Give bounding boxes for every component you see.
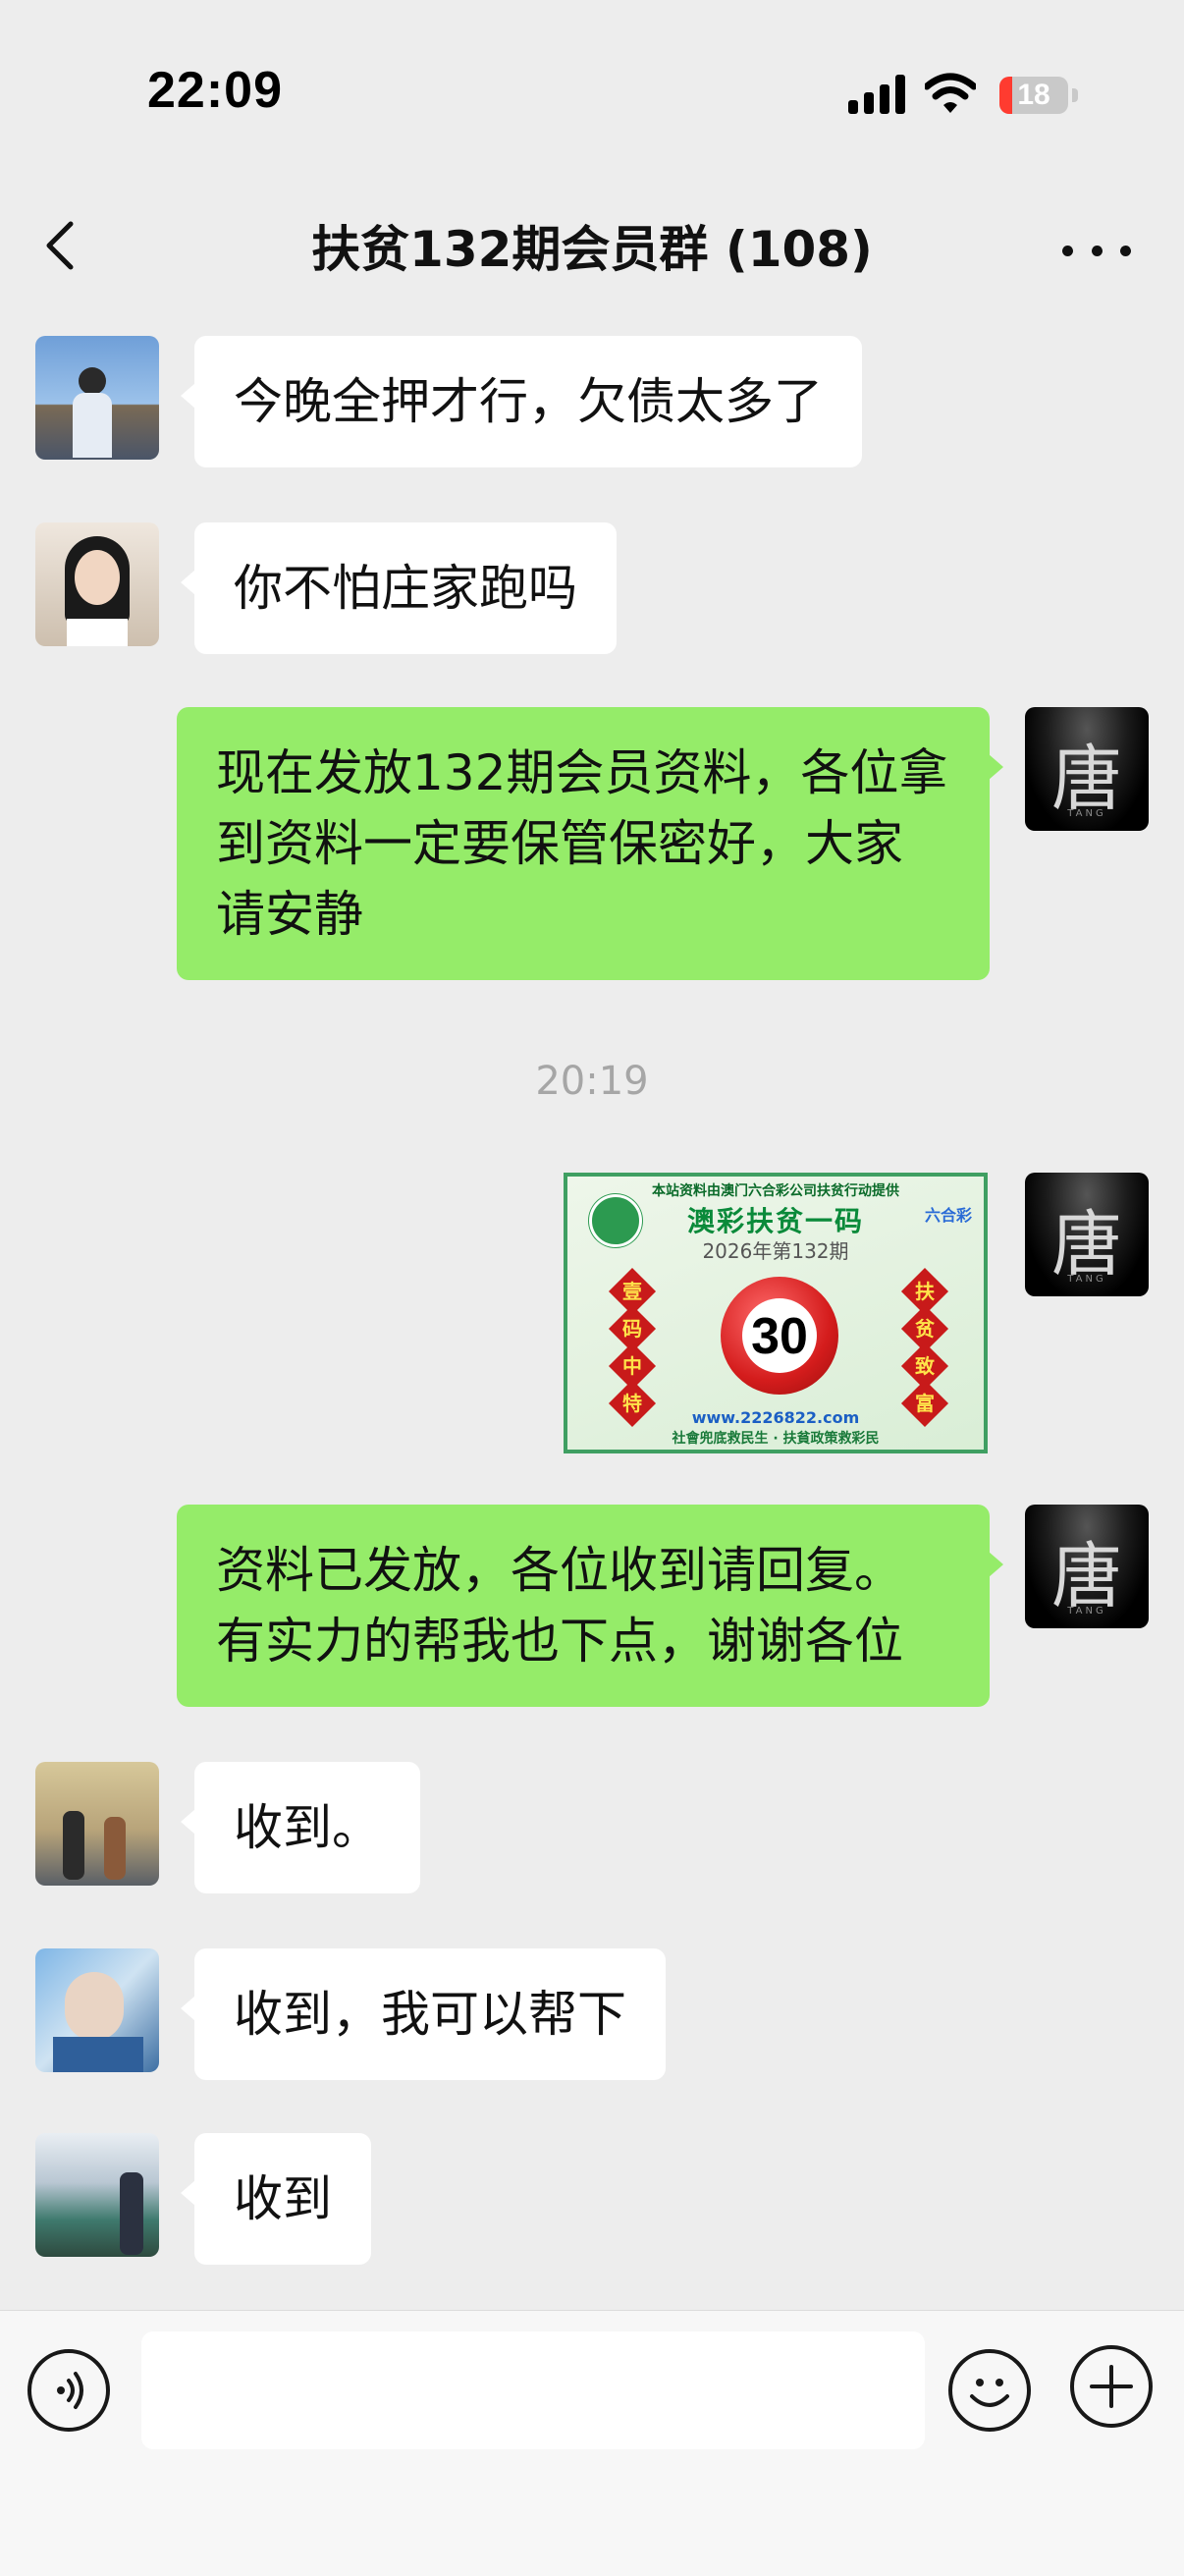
card-slogan: 社會兜底救民生 · 扶貧政策救彩民 <box>672 1431 880 1447</box>
avatar[interactable] <box>35 1762 159 1886</box>
wifi-icon <box>925 73 976 113</box>
card-left-column: 壹 码 中 特 <box>608 1267 657 1428</box>
avatar[interactable] <box>35 336 159 460</box>
avatar[interactable]: 唐 TANG <box>1025 1173 1149 1296</box>
card-char: 壹 <box>622 1280 642 1303</box>
card-char: 码 <box>622 1317 642 1341</box>
card-char: 致 <box>915 1354 935 1378</box>
message-bubble[interactable]: 收到。 <box>181 1762 420 1893</box>
avatar[interactable] <box>35 2133 159 2257</box>
card-url: www.2226822.com <box>691 1408 860 1427</box>
signal-icon <box>848 75 907 114</box>
image-message[interactable]: 本站资料由澳门六合彩公司扶贫行动提供 澳彩扶贫一码 六合彩 2026年第132期… <box>564 1173 988 1453</box>
card-char: 中 <box>622 1354 642 1378</box>
voice-icon[interactable] <box>27 2349 110 2432</box>
avatar[interactable] <box>35 522 159 646</box>
message-bubble[interactable]: 今晚全押才行，欠债太多了 <box>181 336 862 467</box>
emoji-icon[interactable] <box>948 2349 1031 2432</box>
card-right-column: 扶 贫 致 富 <box>900 1267 949 1428</box>
battery-level: 18 <box>1017 79 1050 111</box>
message-bubble[interactable]: 收到，我可以帮下 <box>181 1948 666 2080</box>
avatar-sub: TANG <box>1067 808 1106 819</box>
message-bubble[interactable]: 你不怕庄家跑吗 <box>181 522 617 654</box>
message-bubble[interactable]: 收到 <box>181 2133 371 2265</box>
ball-number: 30 <box>742 1298 817 1373</box>
avatar-sub: TANG <box>1067 1606 1106 1617</box>
avatar[interactable] <box>35 1948 159 2072</box>
status-time: 22:09 <box>147 62 283 119</box>
message-bubble[interactable]: 现在发放132期会员资料，各位拿到资料一定要保管保密好，大家请安静 <box>177 707 1003 980</box>
card-topline: 本站资料由澳门六合彩公司扶贫行动提供 <box>652 1183 899 1199</box>
message-input[interactable] <box>141 2331 925 2449</box>
avatar[interactable]: 唐 TANG <box>1025 1505 1149 1628</box>
avatar-sub: TANG <box>1067 1274 1106 1285</box>
card-logo: 六合彩 <box>924 1206 972 1225</box>
message-bubble[interactable]: 资料已发放，各位收到请回复。有实力的帮我也下点，谢谢各位 <box>177 1505 1003 1707</box>
plus-icon[interactable] <box>1070 2345 1153 2428</box>
timestamp: 20:19 <box>535 1059 649 1104</box>
card-title: 澳彩扶贫一码 <box>686 1205 864 1237</box>
battery-indicator: 18 <box>999 77 1068 114</box>
number-ball: 30 <box>721 1277 838 1395</box>
chat-title: 扶贫132期会员群 (108) <box>311 221 873 278</box>
card-issue: 2026年第132期 <box>702 1239 849 1263</box>
card-char: 扶 <box>915 1280 935 1303</box>
chevron-left-icon[interactable] <box>37 218 86 273</box>
card-char: 贫 <box>915 1317 935 1341</box>
avatar[interactable]: 唐 TANG <box>1025 707 1149 831</box>
battery-tip <box>1072 88 1078 102</box>
more-horizontal-icon[interactable] <box>1062 226 1131 275</box>
